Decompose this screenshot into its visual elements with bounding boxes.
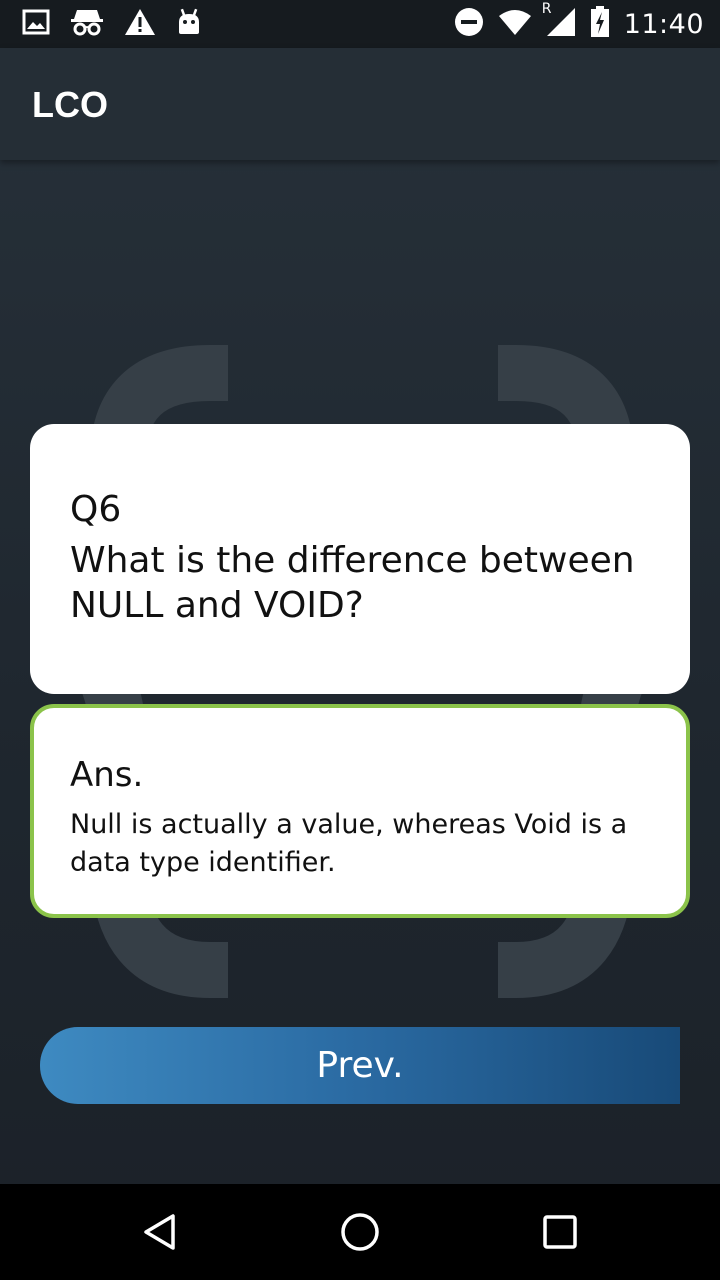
network-badge: R [541, 1, 552, 17]
battery-charging-icon [590, 6, 610, 42]
recents-button[interactable] [536, 1208, 584, 1256]
answer-card: Ans. Null is actually a value, whereas V… [30, 704, 690, 918]
question-text: What is the difference between NULL and … [70, 540, 635, 626]
app-title: LCO [32, 84, 108, 125]
question-card: Q6 What is the difference between NULL a… [30, 424, 690, 694]
status-bar: R 11:40 [0, 0, 720, 48]
status-right-icons: R 11:40 [454, 1, 704, 42]
status-time: 11:40 [623, 8, 704, 40]
recents-icon [543, 1215, 577, 1249]
screen: R 11:40 LCO Q6 What is the difference be… [0, 0, 720, 1280]
home-icon [341, 1213, 379, 1251]
wifi-icon [498, 8, 532, 40]
warning-icon [124, 8, 156, 40]
app-bar: LCO [0, 48, 720, 160]
do-not-disturb-icon [454, 7, 484, 41]
gallery-icon [22, 9, 50, 39]
answer-text: Null is actually a value, whereas Void i… [70, 809, 628, 878]
answer-label: Ans. [70, 755, 144, 795]
nav-bar [0, 1184, 720, 1280]
question-number: Q6 [70, 489, 122, 530]
home-button[interactable] [336, 1208, 384, 1256]
incognito-icon [70, 7, 104, 41]
android-icon [176, 8, 202, 40]
prev-button-label: Prev. [316, 1045, 404, 1086]
back-icon [144, 1214, 175, 1250]
status-left-icons [22, 8, 202, 40]
cell-signal-icon: R [542, 1, 576, 41]
prev-button[interactable]: Prev. [40, 1027, 680, 1104]
back-button[interactable] [136, 1208, 184, 1256]
